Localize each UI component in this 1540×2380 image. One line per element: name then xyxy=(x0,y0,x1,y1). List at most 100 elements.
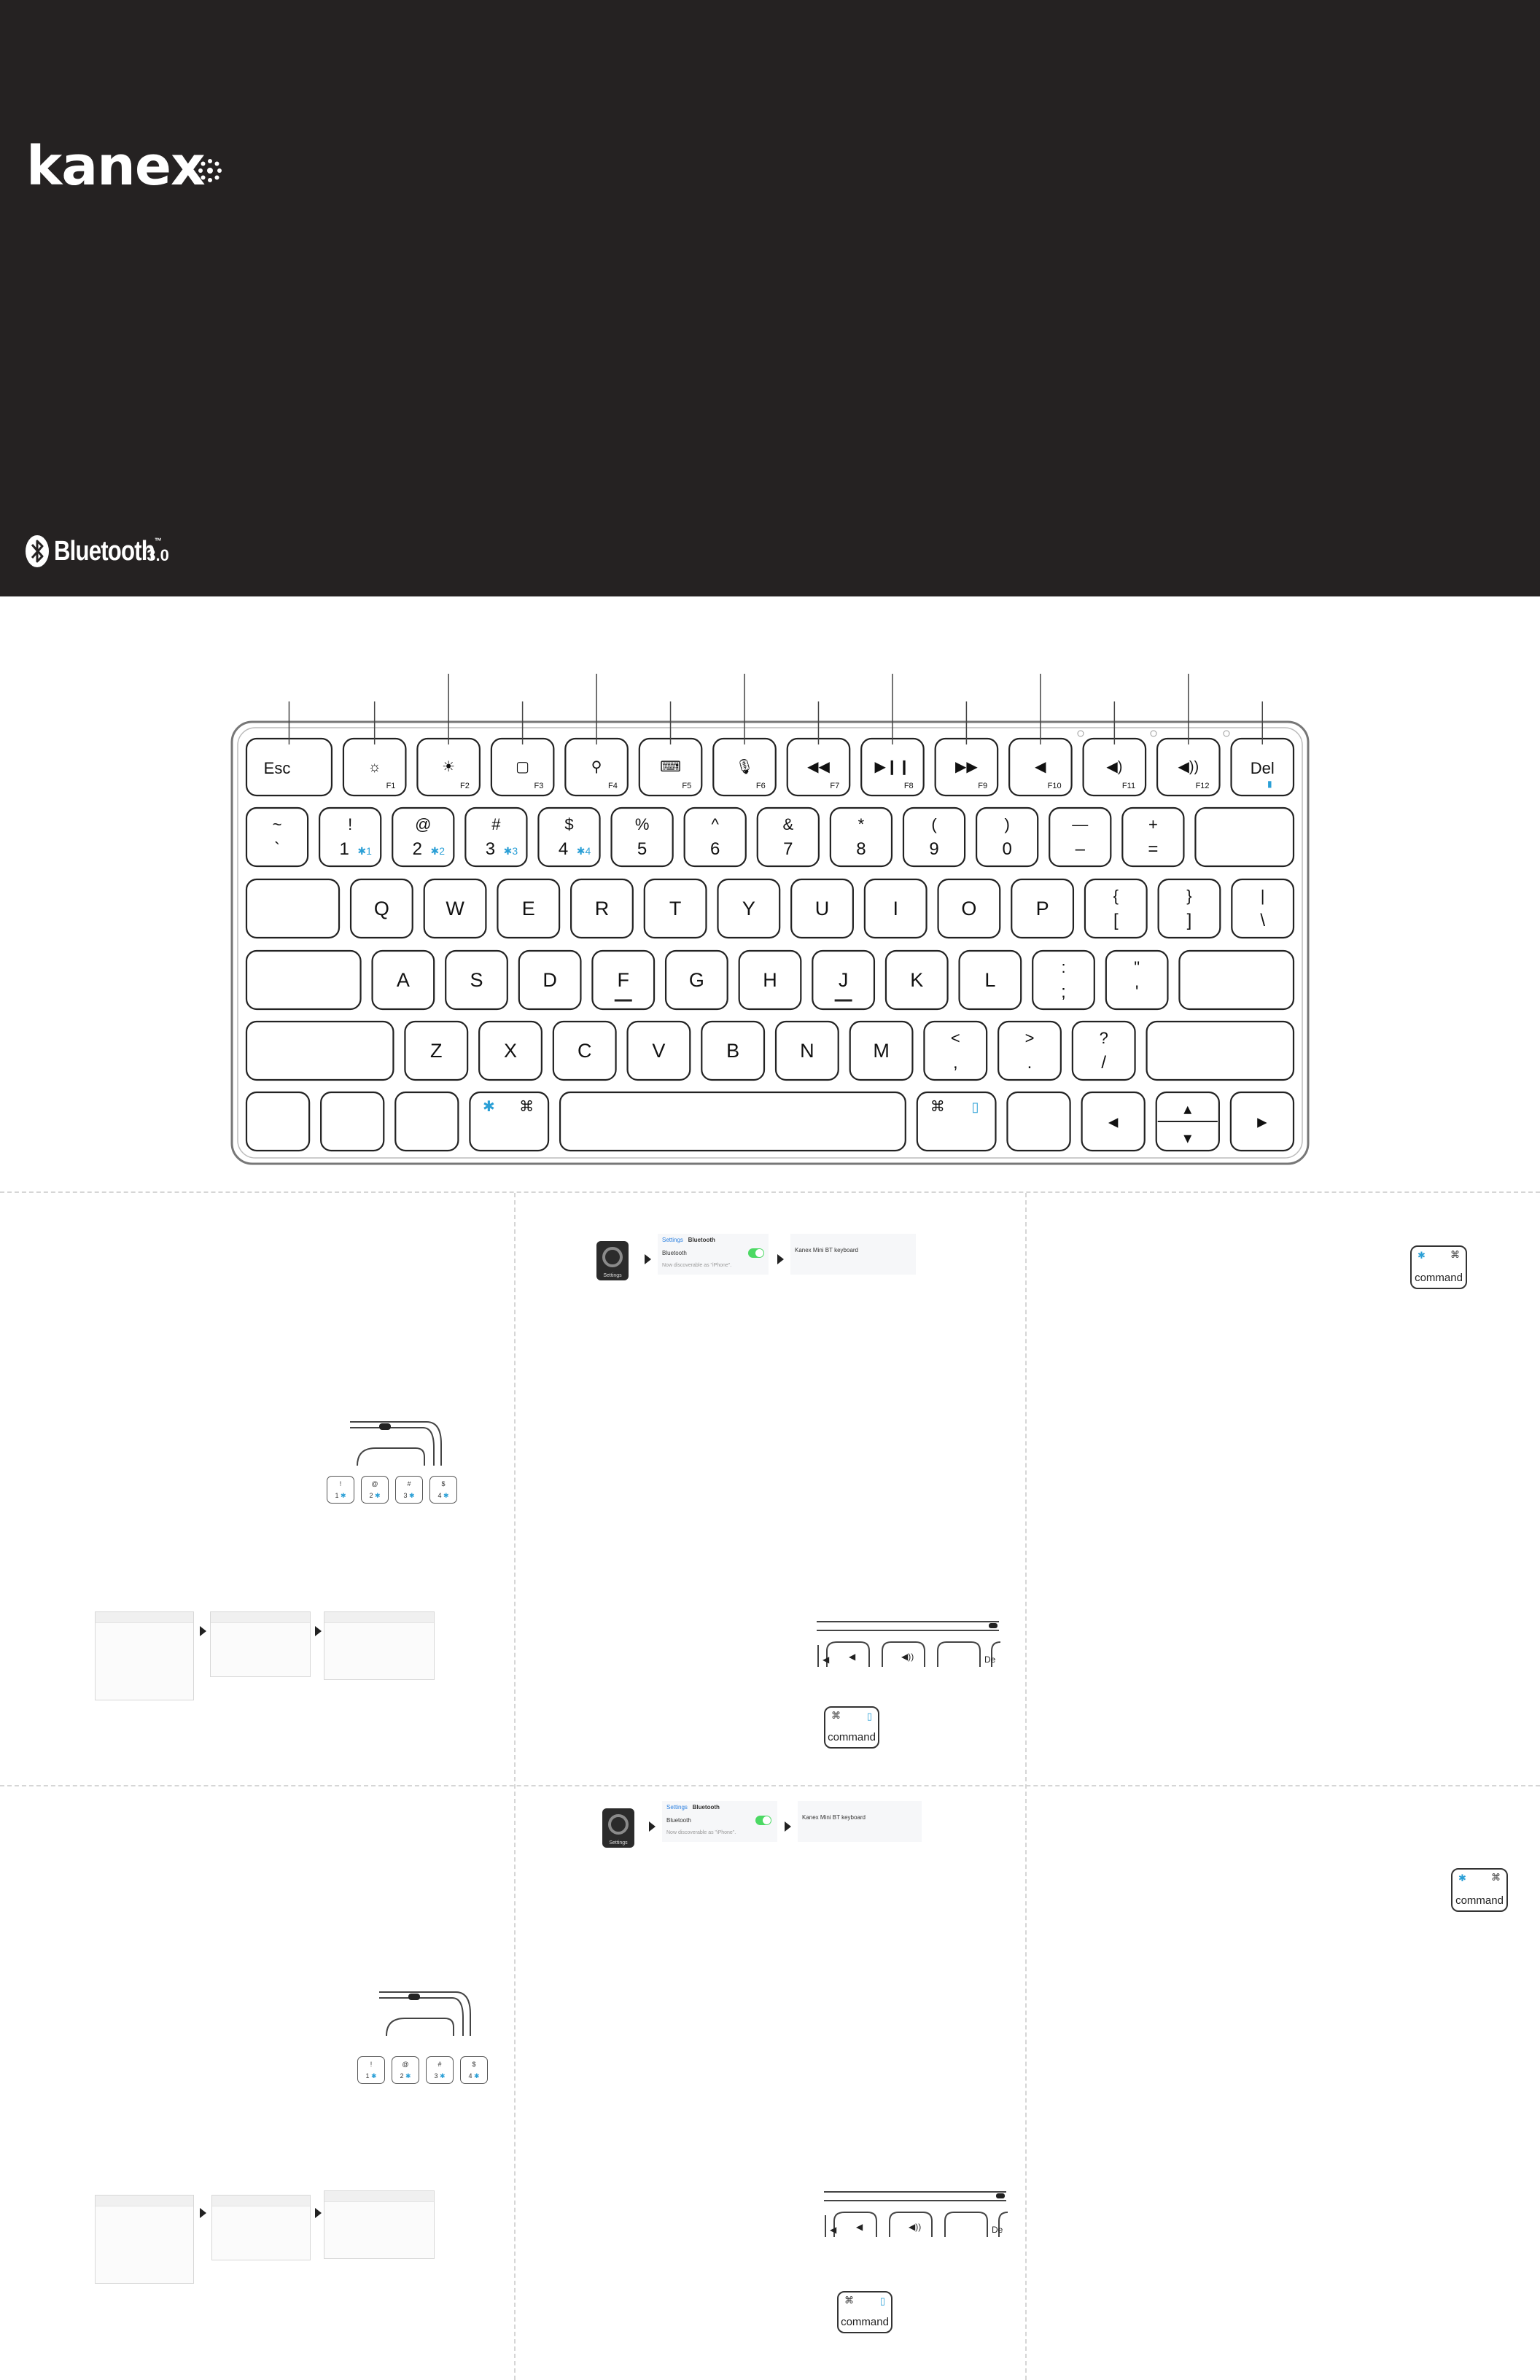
key-label: Del xyxy=(1251,759,1275,777)
ios-bluetooth-settings-shot: Settings Bluetooth Bluetooth Now discove… xyxy=(658,1234,769,1275)
key-4: $4 ✱4 xyxy=(537,806,601,868)
step-arrow-icon xyxy=(200,2208,206,2218)
key-label: A xyxy=(397,969,410,991)
key-minus: —– xyxy=(1049,806,1112,868)
key-label-top: > xyxy=(1025,1029,1035,1047)
key-label: Esc xyxy=(264,759,291,777)
lock-icon: ▮ xyxy=(1267,779,1272,789)
svg-text:◀)): ◀)) xyxy=(909,2222,921,2232)
key-cap xyxy=(1194,806,1295,868)
key-label: U xyxy=(815,898,830,919)
key-label: Q xyxy=(374,898,389,919)
bt-small-icon: ✱ xyxy=(340,1492,346,1499)
key-space xyxy=(559,1091,906,1152)
key-label-bottom: 0 xyxy=(1002,839,1011,859)
key-label-top: | xyxy=(1261,887,1265,905)
key-label: ◂ xyxy=(1108,1111,1119,1132)
key-label: T xyxy=(669,898,682,919)
key-label-bottom: 5 xyxy=(637,839,647,859)
key-alt xyxy=(394,1091,459,1152)
key-label-top: # xyxy=(491,815,501,833)
key-r: R xyxy=(570,878,634,939)
key-5: %5 xyxy=(610,806,674,868)
key-label-top: ( xyxy=(931,815,937,833)
key-ralt xyxy=(1006,1091,1071,1152)
key-label-bottom: ' xyxy=(1135,982,1139,1002)
bt-small-icon: ✱ xyxy=(405,2072,411,2080)
mini-key-number: 4 ✱ xyxy=(468,2072,480,2080)
volume-up-icon: ◀)) xyxy=(1178,759,1199,775)
key-u: U xyxy=(790,878,854,939)
key-label: C xyxy=(578,1040,592,1062)
key-tab xyxy=(245,878,341,939)
step-arrow-icon xyxy=(645,1254,651,1264)
key-b: B xyxy=(701,1020,766,1081)
bt-small-icon: ✱ xyxy=(370,2072,377,2080)
key-lbrace: {[ xyxy=(1084,878,1148,939)
volume-keys-crop: ◀ ◀ ◀)) De xyxy=(817,1621,1000,1667)
key-9: (9 xyxy=(902,806,966,868)
ios-device-list-shot: Kanex Mini BT keyboard xyxy=(798,1801,922,1842)
key-label-bottom: \ xyxy=(1260,911,1265,930)
key-v: V xyxy=(626,1020,691,1081)
key-label: X xyxy=(504,1040,517,1062)
mic-icon: 🎙 xyxy=(735,759,753,775)
key-a: A xyxy=(371,949,435,1011)
key-f: F xyxy=(591,949,656,1011)
mini-key-number: 1 ✱ xyxy=(335,1492,346,1499)
key-label: Z xyxy=(430,1040,443,1062)
key-label-bottom: 1 xyxy=(339,839,349,859)
mini-key-number: 2 ✱ xyxy=(400,2072,411,2080)
key-f1: F1 ☼ xyxy=(342,737,407,797)
volume-down-icon: ◀) xyxy=(1106,759,1122,775)
key-label: V xyxy=(652,1040,665,1062)
mini-key-number: 3 ✱ xyxy=(403,1492,415,1499)
svg-text:◀: ◀ xyxy=(856,2222,863,2232)
key-label: I xyxy=(892,898,898,919)
key-label: M xyxy=(873,1040,890,1062)
power-switch-illustration xyxy=(350,1421,442,1466)
fn-label: F1 xyxy=(386,782,396,790)
key-label-top: ~ xyxy=(273,815,282,833)
key-backspace xyxy=(1194,806,1295,868)
key-label: ▸ xyxy=(1257,1111,1267,1132)
key-o: O xyxy=(937,878,1001,939)
key-pipe: |\ xyxy=(1231,878,1295,939)
mac-system-preferences-shot xyxy=(95,2195,194,2284)
bt-channel-icon: ✱1 xyxy=(357,845,372,857)
svg-text:◀)): ◀)) xyxy=(901,1652,914,1662)
fn-label: F9 xyxy=(978,782,987,790)
command-icon: ⌘ xyxy=(519,1099,534,1115)
key-label-top: @ xyxy=(415,815,431,833)
key-label-top: { xyxy=(1113,887,1119,905)
mini-key-number: 1 ✱ xyxy=(365,2072,377,2080)
key-8: *8 xyxy=(829,806,893,868)
key-del: Del ▮ xyxy=(1230,737,1295,797)
step-arrow-icon xyxy=(649,1821,656,1832)
bt-small-icon: ✱ xyxy=(408,1492,415,1499)
ios-bluetooth-settings-shot: Settings Bluetooth Bluetooth Now discove… xyxy=(662,1801,777,1842)
key-equal: += xyxy=(1121,806,1185,868)
key-cap xyxy=(245,949,362,1011)
svg-text:◀: ◀ xyxy=(830,2225,837,2235)
key-label-bottom: 4 xyxy=(559,839,568,859)
key-q: Q xyxy=(349,878,413,939)
key-label-top: < xyxy=(951,1029,960,1047)
mini-key-symbol: # xyxy=(407,1480,411,1488)
key-label-top: ! xyxy=(348,815,352,833)
mac-device-list-shot xyxy=(324,2190,435,2259)
key-j: J xyxy=(812,949,876,1011)
arrow-up-icon: ▴ xyxy=(1183,1100,1191,1118)
mini-key-number: 4 ✱ xyxy=(438,1492,449,1499)
step-arrow-icon xyxy=(777,1254,784,1264)
key-semicolon: :; xyxy=(1032,949,1095,1011)
key-w: W xyxy=(423,878,487,939)
key-s: S xyxy=(445,949,508,1011)
key-f9: F9▶▶ xyxy=(934,737,999,797)
key-label-bottom: 8 xyxy=(856,839,866,859)
section-divider xyxy=(0,1191,1540,1193)
key-f10: F10◀ xyxy=(1008,737,1073,797)
key-7: &7 xyxy=(756,806,820,868)
key-f11: F11◀) xyxy=(1082,737,1147,797)
kanex-logo: kanex xyxy=(26,135,206,198)
